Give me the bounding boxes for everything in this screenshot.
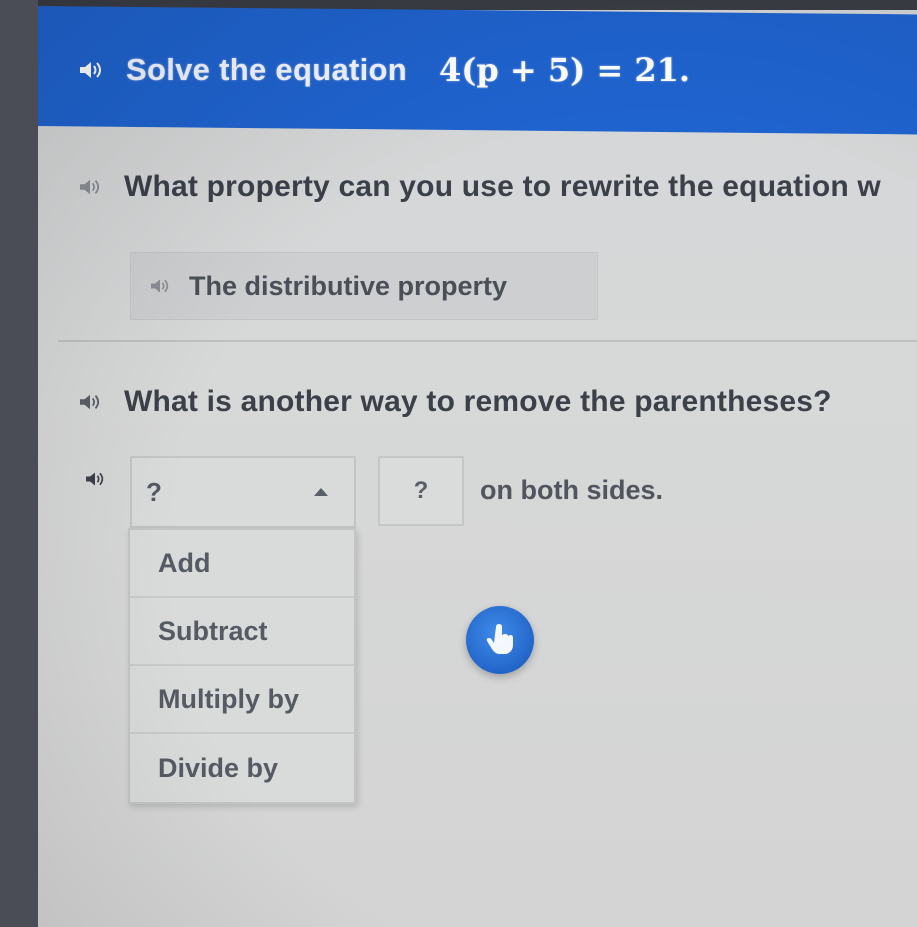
hint-button[interactable] <box>466 606 534 674</box>
operation-dropdown-menu: Add Subtract Multiply by Divide by <box>128 528 356 804</box>
speaker-icon[interactable] <box>149 277 171 295</box>
app-screen: Solve the equation 4(p + 5) = 21. What p… <box>38 0 917 927</box>
dropdown-option-add[interactable]: Add <box>130 530 354 598</box>
question-2: What is another way to remove the parent… <box>78 385 832 419</box>
chevron-up-icon <box>314 488 328 496</box>
number-select[interactable]: ? <box>378 456 464 526</box>
question-1: What property can you use to rewrite the… <box>78 170 881 204</box>
section-divider <box>58 340 917 342</box>
answer-1-chip: The distributive property <box>130 252 598 320</box>
header-prompt: Solve the equation <box>126 52 407 87</box>
answer-row-suffix: on both sides. <box>480 475 664 505</box>
operation-select[interactable]: ? <box>130 456 356 528</box>
speaker-icon[interactable] <box>78 59 104 81</box>
speaker-icon[interactable] <box>78 392 102 412</box>
dropdown-option-divide-by[interactable]: Divide by <box>130 734 354 802</box>
header-equation: 4(p + 5) = 21. <box>439 51 691 89</box>
answer-row <box>84 470 106 488</box>
speaker-icon[interactable] <box>78 177 102 197</box>
operation-select-value: ? <box>146 476 162 507</box>
dropdown-option-multiply-by[interactable]: Multiply by <box>130 666 354 734</box>
answer-1-text: The distributive property <box>189 270 508 301</box>
speaker-icon[interactable] <box>84 470 106 488</box>
dropdown-option-subtract[interactable]: Subtract <box>130 598 354 666</box>
question-1-text: What property can you use to rewrite the… <box>124 170 881 203</box>
question-2-text: What is another way to remove the parent… <box>124 385 832 418</box>
header-question: Solve the equation 4(p + 5) = 21. <box>78 40 690 100</box>
hand-pointer-icon <box>483 621 517 660</box>
